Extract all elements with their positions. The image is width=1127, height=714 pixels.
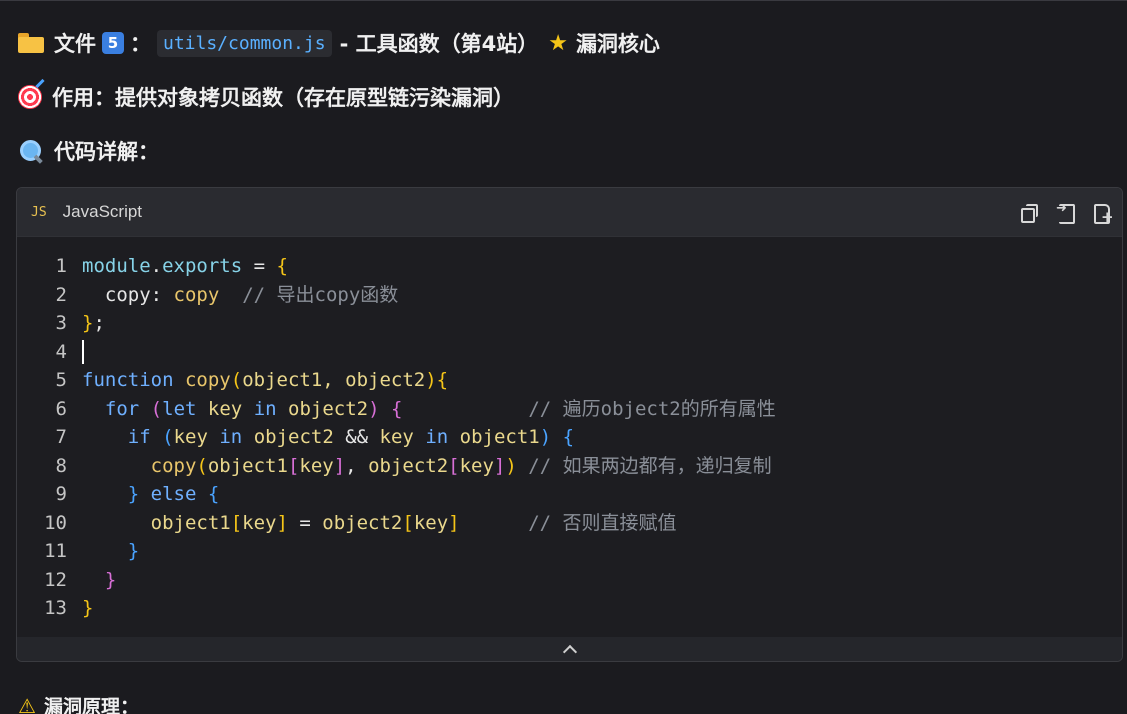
code-text: } — [104, 568, 117, 591]
code-line: 3 }; — [17, 309, 1122, 338]
line-number: 8 — [55, 454, 67, 477]
code-text: function copy(object1, object2){ — [82, 369, 449, 391]
code-line: 9 } else { — [17, 480, 1122, 509]
line-number: 12 — [44, 568, 67, 591]
code-actions — [1020, 201, 1114, 226]
code-line: 11 } — [17, 537, 1122, 566]
principle-heading: ⚠ 漏洞原理： — [18, 692, 139, 714]
text-cursor — [82, 340, 84, 364]
new-file-button[interactable] — [1092, 203, 1114, 226]
line-number: 7 — [55, 426, 67, 448]
code-language-label: JavaScript — [62, 202, 143, 221]
insert-code-button[interactable] — [1056, 201, 1075, 224]
file-heading: 文件 5 ： utils/common.js - 工具函数（第4站） ★ 漏洞核… — [18, 28, 660, 58]
code-line: 8 copy(object1[key], object2[key]) // 如果… — [17, 452, 1122, 481]
code-line: 12 } — [17, 566, 1122, 595]
file-heading-prefix: 文件 — [54, 32, 96, 56]
code-line: 13 } — [17, 594, 1122, 623]
code-text — [67, 338, 84, 367]
code-line: 7 if (key in object2 && key in object1) … — [17, 423, 1122, 452]
star-icon: ★ — [548, 30, 568, 56]
file-heading-suffix: - 工具函数（第4站） — [339, 32, 539, 56]
explain-heading-text: 代码详解： — [54, 140, 159, 164]
code-text: }; — [82, 312, 105, 334]
line-number: 4 — [55, 340, 67, 363]
code-line: 10 object1[key] = object2[key] // 否则直接赋值 — [17, 509, 1122, 538]
line-number: 6 — [55, 397, 67, 420]
code-text: } else { — [127, 483, 220, 505]
line-number: 11 — [44, 540, 67, 562]
explain-heading: 代码详解： — [18, 136, 159, 166]
code-text: module.exports = { — [82, 255, 288, 277]
file-heading-tag: 漏洞核心 — [575, 32, 660, 56]
code-text: if (key in object2 && key in object1) { — [127, 426, 575, 448]
line-number: 5 — [55, 369, 67, 391]
code-line: 1 module.exports = { — [17, 252, 1122, 281]
magnifier-icon — [18, 138, 44, 164]
purpose-heading: 作用：提供对象拷贝函数（存在原型链污染漏洞） — [18, 82, 514, 112]
code-line: 5 function copy(object1, object2){ — [17, 366, 1122, 395]
code-text: } — [82, 597, 94, 619]
file-heading-colon: ： — [130, 32, 151, 56]
code-text: } — [127, 540, 140, 562]
chevron-up-icon[interactable] — [562, 644, 577, 659]
code-text: copy: copy // 导出copy函数 — [104, 283, 399, 306]
line-number: 2 — [55, 283, 67, 306]
line-number: 3 — [55, 312, 67, 334]
code-block: JS JavaScript 1 module.exports = { 2 cop… — [16, 187, 1123, 662]
line-number: 10 — [44, 511, 67, 534]
code-body[interactable]: 1 module.exports = { 2 copy: copy // 导出c… — [17, 237, 1122, 623]
line-number: 13 — [44, 597, 67, 619]
code-line: 2 copy: copy // 导出copy函数 — [17, 281, 1122, 310]
line-number: 9 — [55, 483, 67, 505]
js-language-icon: JS — [31, 204, 47, 220]
top-divider — [0, 0, 1127, 1]
folder-icon — [18, 33, 44, 53]
principle-heading-text: 漏洞原理： — [43, 696, 139, 714]
copy-code-button[interactable] — [1020, 203, 1038, 223]
code-text: object1[key] = object2[key] // 否则直接赋值 — [150, 511, 677, 534]
line-number: 1 — [55, 255, 67, 277]
target-icon — [18, 85, 42, 109]
code-line: 4 — [17, 338, 1122, 367]
warning-icon: ⚠ — [18, 693, 36, 714]
file-path-code: utils/common.js — [157, 29, 332, 57]
code-text: copy(object1[key], object2[key]) // 如果两边… — [150, 454, 772, 477]
keycap-number-icon: 5 — [102, 32, 124, 54]
code-block-header: JS JavaScript — [17, 188, 1122, 237]
code-line: 6 for (let key in object2) { // 遍历object… — [17, 395, 1122, 424]
collapse-bar[interactable] — [17, 637, 1122, 661]
code-text: for (let key in object2) { // 遍历object2的… — [104, 397, 776, 420]
purpose-heading-text: 作用：提供对象拷贝函数（存在原型链污染漏洞） — [52, 86, 514, 110]
